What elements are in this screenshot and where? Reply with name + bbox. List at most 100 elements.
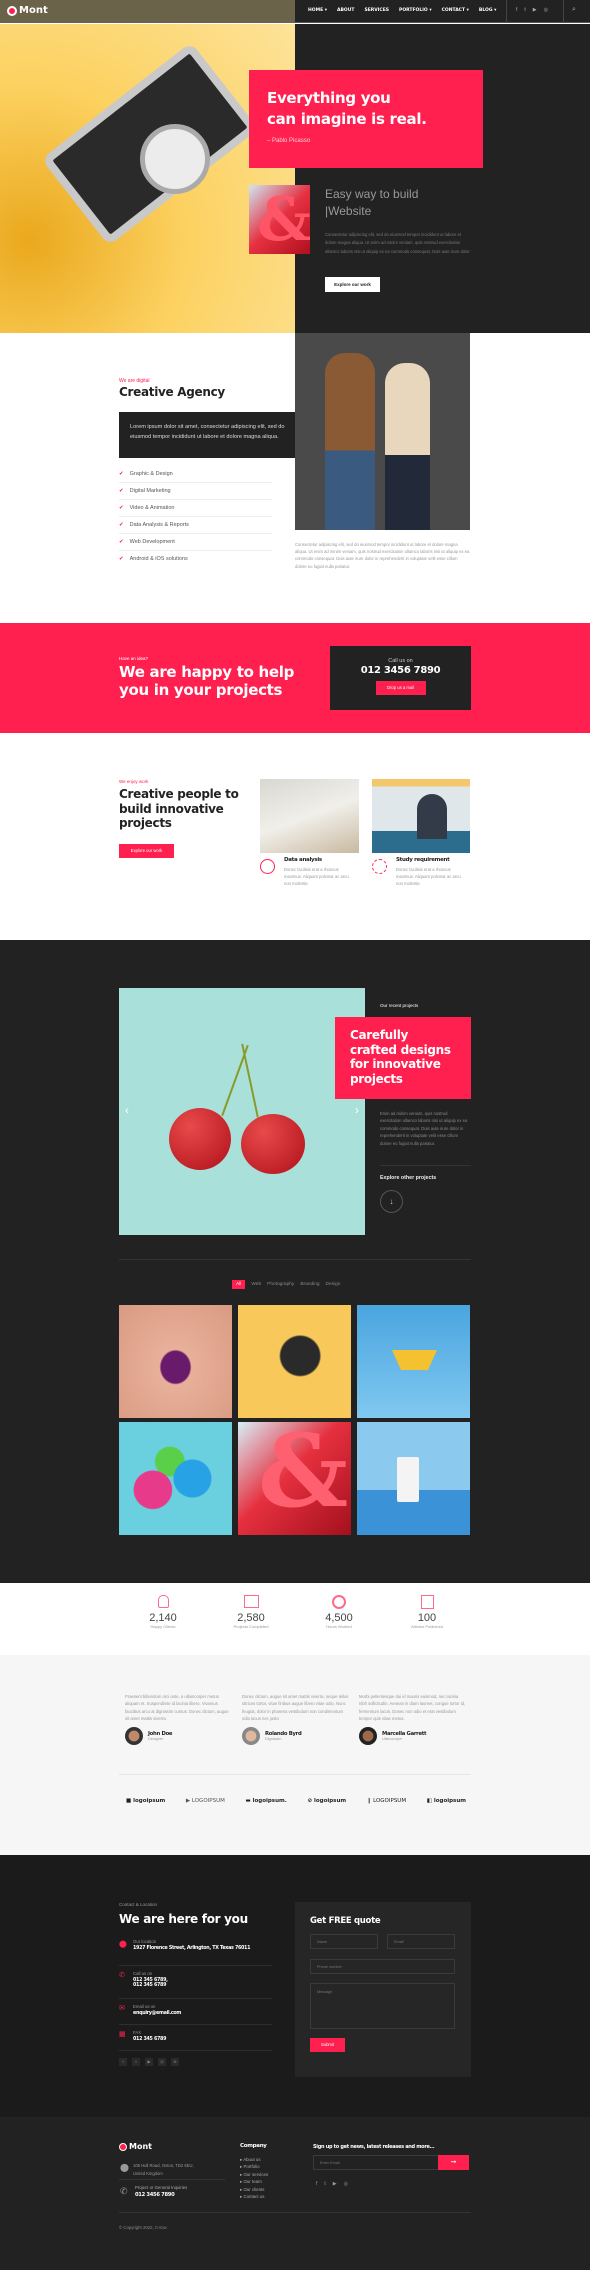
- client-logo: ▬ logoipsum.: [245, 1798, 287, 1804]
- gallery-item-milk-glass[interactable]: [357, 1422, 470, 1535]
- gallery-item-lips[interactable]: [119, 1305, 232, 1418]
- newsletter-submit-button[interactable]: ➞: [438, 2155, 469, 2170]
- work-explore-button[interactable]: Explore our work: [119, 844, 174, 858]
- work-title: Creative people to build innovative proj…: [119, 787, 239, 830]
- footer-inquiries: Project or General Inquiries 012 3456 789…: [135, 2185, 188, 2198]
- twitter-icon[interactable]: t: [132, 2058, 140, 2066]
- client-logo: ⊘ logoipsum: [307, 1798, 347, 1804]
- projects-title-box: Carefully crafted designs for innovative…: [335, 1017, 471, 1099]
- submit-button[interactable]: Submit: [310, 2038, 345, 2052]
- slider-prev-icon[interactable]: ‹: [125, 1103, 129, 1117]
- footer-link-portfolio[interactable]: ▸ Portfolio: [240, 2163, 268, 2170]
- nav-contact[interactable]: CONTACT ▾: [442, 8, 469, 13]
- youtube-icon[interactable]: ▶: [145, 2058, 153, 2066]
- twitter-icon[interactable]: t: [324, 2181, 325, 2187]
- filter-photography[interactable]: Photography: [267, 1282, 294, 1287]
- drop-mail-button[interactable]: Drop us a mail: [375, 681, 426, 695]
- contact-location: ⬤ Our location 1927 Florence Street, Arlin…: [119, 1939, 272, 1966]
- newsletter-email-input[interactable]: [313, 2155, 439, 2170]
- instagram-icon[interactable]: ◎: [344, 2181, 348, 2187]
- footer: Mont ⬤ 106 Hull Road, Oxton, TD2 6EU, Uni…: [0, 2117, 590, 2270]
- testimonial: Donec dictum, augue sit amet mattis vive…: [242, 1693, 350, 1745]
- facebook-icon[interactable]: f: [516, 7, 517, 13]
- dribbble-icon[interactable]: ⊛: [171, 2058, 179, 2066]
- stat-hours: 4,500 Hours Worked: [299, 1595, 379, 1629]
- footer-link-clients[interactable]: ▸ Our clients: [240, 2186, 268, 2193]
- list-item: ✔ Android & iOS solutions: [119, 556, 188, 562]
- projects-icon: [243, 1595, 259, 1608]
- article-icon: [420, 1595, 434, 1609]
- footer-link-contact[interactable]: ▸ Contact us: [240, 2193, 268, 2200]
- filter-branding[interactable]: Branding: [300, 1282, 319, 1287]
- contact-title: We are here for you: [119, 1912, 248, 1926]
- cherry-image[interactable]: ‹ ›: [119, 988, 365, 1235]
- contact-phone: ✆ Call us on 012 345 6789, 012 345 6789: [119, 1966, 272, 1999]
- quote-author: – Pablo Picasso: [267, 138, 311, 144]
- arrow-down-icon[interactable]: ↓: [380, 1190, 403, 1213]
- instagram-icon[interactable]: ◎: [158, 2058, 166, 2066]
- copyright: © Copyright 2022, C-Kav: [119, 2225, 167, 2230]
- check-icon: ✔: [119, 539, 124, 545]
- card-text: Donec facilisis erat a rhoncus maximus. …: [284, 867, 349, 886]
- call-box: Call us on 012 3456 7890 Drop us a mail: [330, 646, 471, 710]
- about-kicker: We are digital: [119, 378, 150, 384]
- filter-web[interactable]: Web: [251, 1282, 261, 1287]
- footer-link-about[interactable]: ▸ About us: [240, 2156, 268, 2163]
- nav-home[interactable]: HOME ▾: [308, 8, 327, 13]
- list-item: ✔ Digital Marketing: [119, 483, 272, 500]
- facebook-icon[interactable]: f: [119, 2058, 127, 2066]
- nav-services[interactable]: SERVICES: [364, 8, 389, 13]
- instagram-icon[interactable]: ◎: [544, 7, 548, 13]
- logo-icon: [7, 5, 17, 16]
- message-textarea[interactable]: [310, 1983, 455, 2029]
- filter-all[interactable]: All: [232, 1280, 246, 1289]
- phone-icon: ✆: [119, 1972, 125, 1979]
- card-text: Donec facilisis erat a rhoncus maximus. …: [396, 867, 461, 886]
- laptop-photo: [260, 779, 359, 853]
- facebook-icon[interactable]: f: [316, 2181, 317, 2187]
- portfolio-filters: All Web Photography Branding Design: [232, 1280, 340, 1289]
- hero-title: Everything you can imagine is real.: [267, 89, 427, 128]
- gallery-item-paper-boat[interactable]: [357, 1305, 470, 1418]
- explore-other-projects[interactable]: Explore other projects: [380, 1175, 436, 1181]
- data-analysis-icon: [260, 859, 275, 874]
- email-icon: ✉: [119, 2005, 125, 2012]
- youtube-icon[interactable]: ▶: [533, 7, 537, 13]
- nav-about[interactable]: ABOUT: [337, 8, 354, 13]
- testimonials-section: Praesent bibendum orci ante, a ullamcorp…: [0, 1655, 590, 1855]
- stat-projects: 2,580 Projects Completed: [211, 1595, 291, 1629]
- location-icon: ⬤: [120, 2163, 129, 2172]
- name-input[interactable]: [310, 1934, 378, 1949]
- email-input[interactable]: [387, 1934, 455, 1949]
- hero-explore-button[interactable]: Explore our work: [325, 277, 380, 292]
- list-item: ✔ Video & Animation: [119, 500, 272, 517]
- gallery-item-kettlebells[interactable]: [119, 1422, 232, 1535]
- logo[interactable]: Mont: [7, 5, 48, 16]
- footer-link-team[interactable]: ▸ Our team: [240, 2178, 268, 2185]
- check-icon: ✔: [119, 556, 124, 562]
- gallery-item-ampersand[interactable]: &: [238, 1412, 351, 1535]
- twitter-icon[interactable]: t: [524, 7, 525, 13]
- footer-logo[interactable]: Mont: [119, 2142, 152, 2151]
- contact-fax: ▦ FAX 012 345 6789: [119, 2025, 272, 2051]
- logo-icon: [119, 2142, 127, 2151]
- search-icon[interactable]: ⌕: [572, 6, 576, 14]
- contact-email: ✉ Email us on enquiry@email.com: [119, 1999, 272, 2025]
- newsletter-title: Sign up to get news, latest releases and…: [313, 2144, 435, 2150]
- phone-number[interactable]: 012 3456 7890: [330, 665, 471, 676]
- filter-design[interactable]: Design: [326, 1282, 341, 1287]
- slider-next-icon[interactable]: ›: [355, 1103, 359, 1117]
- list-item: ✔ Data Analysis & Reports: [119, 517, 272, 534]
- about-title: Creative Agency: [119, 385, 225, 399]
- check-icon: ✔: [119, 488, 124, 494]
- footer-link-services[interactable]: ▸ Our services: [240, 2171, 268, 2178]
- stat-happy-clients: 2,140 Happy Clients: [123, 1595, 203, 1629]
- phone-input[interactable]: [310, 1959, 455, 1974]
- check-icon: ✔: [119, 471, 124, 477]
- nav-blog[interactable]: BLOG ▾: [479, 8, 496, 13]
- youtube-icon[interactable]: ▶: [333, 2181, 337, 2187]
- gallery-item-camera[interactable]: [238, 1305, 351, 1418]
- location-icon: ⬤: [119, 1941, 127, 1948]
- clock-icon: [332, 1595, 346, 1609]
- nav-portfolio[interactable]: PORTFOLIO ▾: [399, 8, 432, 13]
